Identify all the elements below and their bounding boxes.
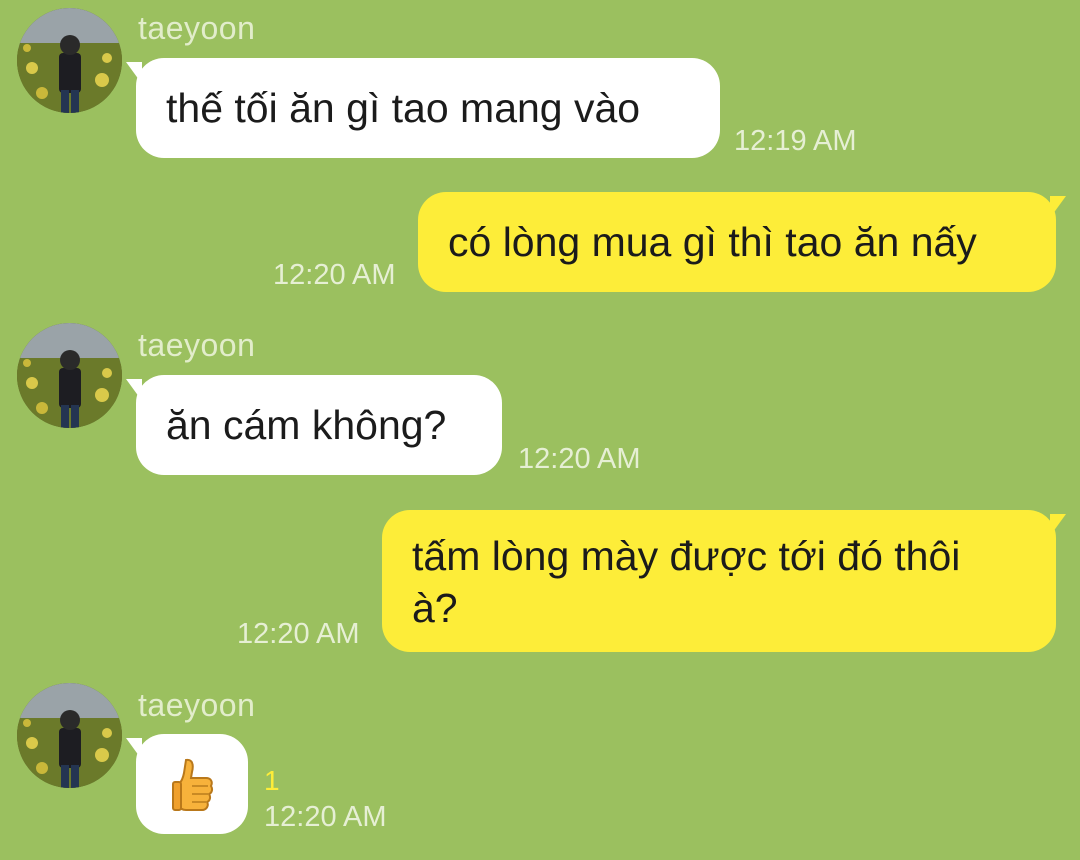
message-bubble-incoming[interactable]: ăn cám không?	[126, 375, 502, 475]
thumbs-up-icon	[172, 758, 214, 811]
message-text: có lòng mua gì thì tao ăn nấy	[448, 219, 977, 265]
message-timestamp: 12:20 AM	[518, 443, 641, 475]
message-timestamp: 12:20 AM	[273, 259, 396, 291]
sender-name: taeyoon	[138, 687, 256, 723]
message-text: ăn cám không?	[166, 402, 447, 448]
unread-count-badge: 1	[264, 765, 280, 796]
message-bubble-outgoing[interactable]: tấm lòng mày được tới đó thôi à?	[382, 510, 1066, 652]
avatar[interactable]	[17, 683, 122, 788]
avatar[interactable]	[17, 323, 122, 428]
message-bubble-incoming[interactable]: thế tối ăn gì tao mang vào	[126, 58, 720, 158]
sender-name: taeyoon	[138, 10, 256, 46]
avatar[interactable]	[17, 8, 122, 113]
message-timestamp: 12:20 AM	[237, 618, 360, 650]
sender-name: taeyoon	[138, 327, 256, 363]
message-bubble-outgoing[interactable]: có lòng mua gì thì tao ăn nấy	[418, 192, 1066, 292]
message-text: thế tối ăn gì tao mang vào	[166, 85, 641, 131]
message-timestamp: 12:20 AM	[264, 801, 387, 833]
message-text-line: tấm lòng mày được tới đó thôi	[412, 533, 961, 579]
message-timestamp: 12:19 AM	[734, 125, 857, 157]
message-text-line: à?	[412, 585, 458, 631]
